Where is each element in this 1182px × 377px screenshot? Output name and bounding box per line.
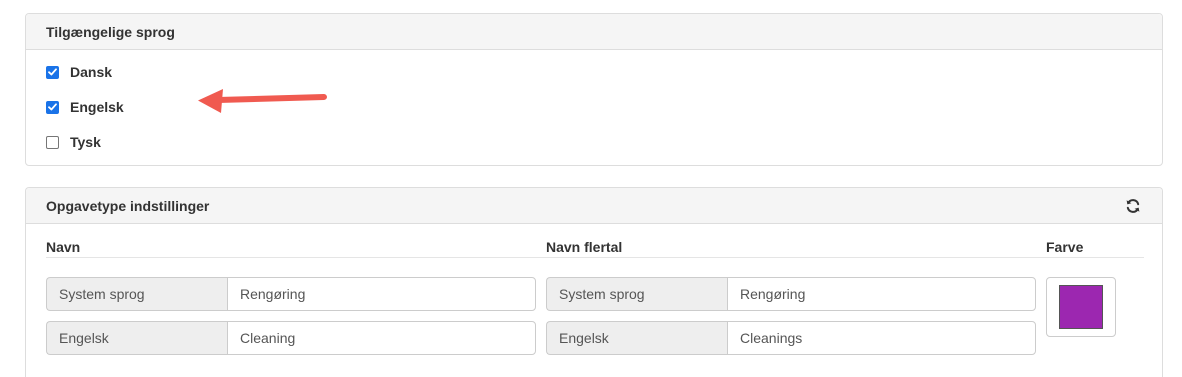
language-label-engelsk: Engelsk <box>70 99 124 115</box>
name-input-group-system: System sprog Rengøring <box>46 277 536 311</box>
checkbox-dansk[interactable] <box>46 65 59 79</box>
language-option-engelsk[interactable]: Engelsk <box>46 99 124 115</box>
language-option-tysk[interactable]: Tysk <box>46 134 101 150</box>
languages-panel-heading: Tilgængelige sprog <box>26 14 1162 50</box>
language-label-dansk: Dansk <box>70 64 113 80</box>
tasktype-panel-title: Opgavetype indstillinger <box>46 197 210 214</box>
name-field-english[interactable]: Cleaning <box>227 321 536 355</box>
language-label-tysk: Tysk <box>70 134 101 150</box>
column-header-name: Navn <box>46 239 81 255</box>
plural-addon-english: Engelsk <box>546 321 727 355</box>
name-addon-system: System sprog <box>46 277 227 311</box>
plural-field-english[interactable]: Cleanings <box>727 321 1036 355</box>
plural-field-system[interactable]: Rengøring <box>727 277 1036 311</box>
color-swatch[interactable] <box>1059 285 1103 329</box>
checkbox-engelsk[interactable] <box>46 100 59 114</box>
name-addon-english: Engelsk <box>46 321 227 355</box>
language-option-dansk[interactable]: Dansk <box>46 64 112 80</box>
tasktype-panel-heading: Opgavetype indstillinger <box>26 188 1162 224</box>
plural-input-group-system: System sprog Rengøring <box>546 277 1036 311</box>
languages-panel-title: Tilgængelige sprog <box>46 23 175 40</box>
annotation-arrow-icon <box>196 85 328 122</box>
name-field-system[interactable]: Rengøring <box>227 277 536 311</box>
color-picker[interactable] <box>1046 277 1116 337</box>
header-divider <box>46 257 1144 258</box>
checkbox-tysk[interactable] <box>46 135 59 149</box>
column-header-plural: Navn flertal <box>546 239 623 255</box>
plural-input-group-english: Engelsk Cleanings <box>546 321 1036 355</box>
column-header-color: Farve <box>1046 239 1084 255</box>
plural-addon-system: System sprog <box>546 277 727 311</box>
tasktype-panel: Opgavetype indstillinger Navn Navn flert… <box>25 187 1163 377</box>
refresh-icon[interactable] <box>1124 197 1142 215</box>
name-input-group-english: Engelsk Cleaning <box>46 321 536 355</box>
